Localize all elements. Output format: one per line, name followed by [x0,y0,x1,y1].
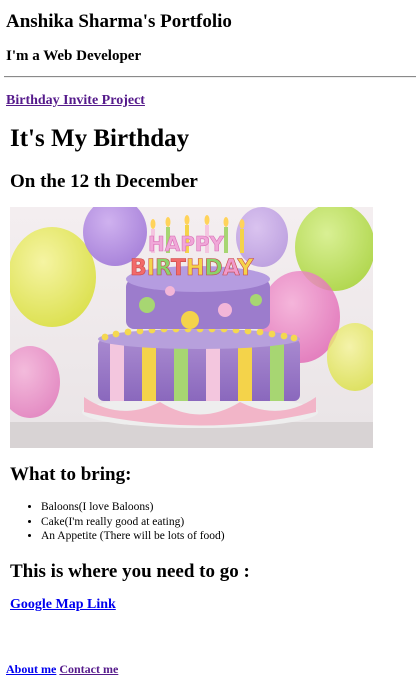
birthday-invite-project-link[interactable]: Birthday Invite Project [6,92,145,110]
invite-date: On the 12 th December [10,171,198,192]
bring-list: Baloons(I love Baloons) Cake(I'm really … [10,500,225,544]
site-subtitle: I'm a Web Developer [6,48,142,64]
list-item: An Appetite (There will be lots of food) [41,529,225,544]
about-me-link[interactable]: About me [6,662,56,676]
birthday-cake-image: HAPPY BIRTHDAY [10,207,373,448]
invite-heading: It's My Birthday [10,125,190,152]
svg-text:HAPPY: HAPPY [148,232,225,256]
what-to-bring-heading: What to bring: [10,464,132,485]
header-divider [4,76,416,78]
google-map-link[interactable]: Google Map Link [10,596,116,614]
svg-text:BIRTHDAY: BIRTHDAY [130,256,255,281]
list-item: Baloons(I love Baloons) [41,500,225,515]
list-item: Cake(I'm really good at eating) [41,515,225,530]
page: Anshika Sharma's Portfolio I'm a Web Dev… [0,0,416,693]
contact-me-link[interactable]: Contact me [59,662,118,676]
footer-nav: About me Contact me [6,661,118,677]
site-title: Anshika Sharma's Portfolio [6,11,232,32]
balloon-yellow-left [10,227,96,327]
directions-heading: This is where you need to go : [10,561,250,582]
